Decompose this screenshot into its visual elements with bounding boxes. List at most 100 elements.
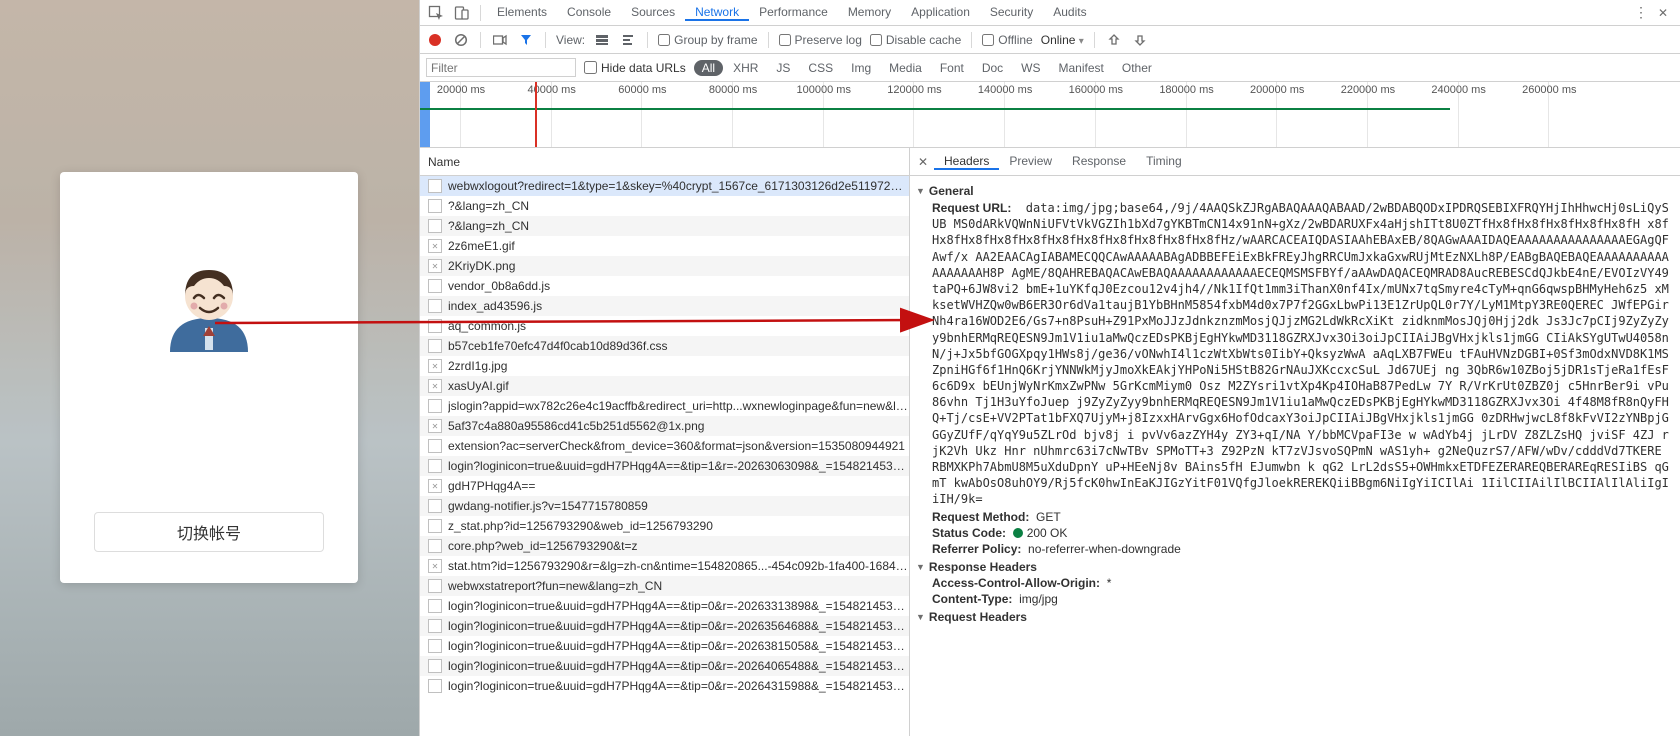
timeline-tick: 160000 ms	[1068, 84, 1124, 96]
request-row[interactable]: login?loginicon=true&uuid=gdH7PHqg4A==&t…	[420, 616, 909, 636]
request-row[interactable]: index_ad43596.js	[420, 296, 909, 316]
column-header-name[interactable]: Name	[420, 148, 909, 176]
request-row[interactable]: ?&lang=zh_CN	[420, 196, 909, 216]
request-row[interactable]: 2zrdI1g.jpg	[420, 356, 909, 376]
preserve-log-checkbox[interactable]: Preserve log	[779, 33, 862, 47]
detail-tab-response[interactable]: Response	[1062, 154, 1136, 168]
file-icon	[428, 399, 442, 413]
detail-tab-preview[interactable]: Preview	[999, 154, 1062, 168]
hide-data-urls-checkbox[interactable]: Hide data URLs	[584, 61, 686, 75]
request-row[interactable]: extension?ac=serverCheck&from_device=360…	[420, 436, 909, 456]
devtools-tab-network[interactable]: Network	[685, 5, 749, 21]
detail-tab-timing[interactable]: Timing	[1136, 154, 1192, 168]
devtools-tab-security[interactable]: Security	[980, 5, 1043, 19]
request-row[interactable]: webwxlogout?redirect=1&type=1&skey=%40cr…	[420, 176, 909, 196]
section-response-headers[interactable]: Response Headers	[916, 560, 1674, 574]
filter-type-doc[interactable]: Doc	[974, 60, 1011, 76]
device-toolbar-icon[interactable]	[450, 2, 474, 24]
camera-icon[interactable]	[491, 31, 509, 49]
request-row[interactable]: z_stat.php?id=1256793290&web_id=12567932…	[420, 516, 909, 536]
devtools-tab-elements[interactable]: Elements	[487, 5, 557, 19]
timeline-tick: 180000 ms	[1159, 84, 1215, 96]
filter-type-xhr[interactable]: XHR	[725, 60, 766, 76]
filter-type-ws[interactable]: WS	[1013, 60, 1048, 76]
disable-cache-checkbox[interactable]: Disable cache	[870, 33, 961, 47]
filter-type-other[interactable]: Other	[1114, 60, 1160, 76]
file-icon	[428, 679, 442, 693]
image-broken-icon	[428, 259, 442, 273]
request-name: login?loginicon=true&uuid=gdH7PHqg4A==&t…	[448, 659, 909, 673]
request-name: 2z6meE1.gif	[448, 239, 515, 253]
filter-type-media[interactable]: Media	[881, 60, 930, 76]
devtools-menu-icon[interactable]: ⋮	[1634, 4, 1648, 21]
request-row[interactable]: b57ceb1fe70efc47d4f0cab10d89d36f.css	[420, 336, 909, 356]
filter-type-all[interactable]: All	[694, 60, 723, 76]
record-button[interactable]	[426, 31, 444, 49]
app-background: 切换帐号	[0, 0, 419, 736]
request-name: login?loginicon=true&uuid=gdH7PHqg4A==&t…	[448, 599, 909, 613]
devtools-tab-performance[interactable]: Performance	[749, 5, 838, 19]
close-detail-icon[interactable]: ✕	[914, 155, 932, 169]
request-row[interactable]: login?loginicon=true&uuid=gdH7PHqg4A==&t…	[420, 456, 909, 476]
detail-tab-headers[interactable]: Headers	[934, 154, 999, 170]
filter-type-manifest[interactable]: Manifest	[1051, 60, 1112, 76]
request-row[interactable]: 5af37c4a880a95586cd41c5b251d5562@1x.png	[420, 416, 909, 436]
timeline-tick: 240000 ms	[1431, 84, 1487, 96]
timeline-tick: 40000 ms	[524, 84, 580, 96]
request-row[interactable]: login?loginicon=true&uuid=gdH7PHqg4A==&t…	[420, 656, 909, 676]
request-name: login?loginicon=true&uuid=gdH7PHqg4A==&t…	[448, 459, 909, 473]
devtools-close-icon[interactable]: ✕	[1658, 6, 1668, 20]
request-row[interactable]: login?loginicon=true&uuid=gdH7PHqg4A==&t…	[420, 596, 909, 616]
request-name: 2zrdI1g.jpg	[448, 359, 507, 373]
devtools-tab-sources[interactable]: Sources	[621, 5, 685, 19]
file-icon	[428, 279, 442, 293]
timeline-overview[interactable]: 20000 ms40000 ms60000 ms80000 ms100000 m…	[420, 82, 1680, 148]
timeline-tick: 220000 ms	[1340, 84, 1396, 96]
devtools-tab-memory[interactable]: Memory	[838, 5, 901, 19]
status-code-row: Status Code: 200 OK	[916, 526, 1674, 540]
timeline-tick: 120000 ms	[886, 84, 942, 96]
devtools-tab-console[interactable]: Console	[557, 5, 621, 19]
request-name: xasUyAI.gif	[448, 379, 509, 393]
offline-checkbox[interactable]: Offline	[982, 33, 1032, 47]
request-row[interactable]: login?loginicon=true&uuid=gdH7PHqg4A==&t…	[420, 636, 909, 656]
overview-icon[interactable]	[619, 31, 637, 49]
filter-input[interactable]	[426, 58, 576, 77]
upload-icon[interactable]	[1105, 31, 1123, 49]
filter-type-css[interactable]: CSS	[800, 60, 841, 76]
filter-icon[interactable]	[517, 31, 535, 49]
group-by-frame-checkbox[interactable]: Group by frame	[658, 33, 757, 47]
large-rows-icon[interactable]	[593, 31, 611, 49]
section-request-headers[interactable]: Request Headers	[916, 610, 1674, 624]
download-icon[interactable]	[1131, 31, 1149, 49]
section-general[interactable]: General	[916, 184, 1674, 198]
request-row[interactable]: webwxstatreport?fun=new&lang=zh_CN	[420, 576, 909, 596]
request-row[interactable]: core.php?web_id=1256793290&t=z	[420, 536, 909, 556]
devtools-tab-audits[interactable]: Audits	[1043, 5, 1096, 19]
request-row[interactable]: login?loginicon=true&uuid=gdH7PHqg4A==&t…	[420, 676, 909, 696]
devtools-tab-application[interactable]: Application	[901, 5, 980, 19]
view-label: View:	[556, 33, 585, 47]
filter-type-js[interactable]: JS	[768, 60, 798, 76]
filter-type-img[interactable]: Img	[843, 60, 879, 76]
timeline-tick: 100000 ms	[796, 84, 852, 96]
inspect-element-icon[interactable]	[424, 2, 448, 24]
request-row[interactable]: jslogin?appid=wx782c26e4c19acffb&redirec…	[420, 396, 909, 416]
request-row[interactable]: vendor_0b8a6dd.js	[420, 276, 909, 296]
clear-icon[interactable]	[452, 31, 470, 49]
request-row[interactable]: gdH7PHqg4A==	[420, 476, 909, 496]
file-icon	[428, 319, 442, 333]
filter-type-font[interactable]: Font	[932, 60, 972, 76]
request-row[interactable]: gwdang-notifier.js?v=1547715780859	[420, 496, 909, 516]
request-row[interactable]: xasUyAI.gif	[420, 376, 909, 396]
switch-account-button[interactable]: 切换帐号	[94, 512, 324, 552]
throttling-select[interactable]: Online ▾	[1041, 33, 1084, 47]
request-row[interactable]: aq_common.js	[420, 316, 909, 336]
request-row[interactable]: 2KriyDK.png	[420, 256, 909, 276]
request-name: 2KriyDK.png	[448, 259, 515, 273]
request-row[interactable]: ?&lang=zh_CN	[420, 216, 909, 236]
request-row[interactable]: stat.htm?id=1256793290&r=&lg=zh-cn&ntime…	[420, 556, 909, 576]
request-row[interactable]: 2z6meE1.gif	[420, 236, 909, 256]
request-name: z_stat.php?id=1256793290&web_id=12567932…	[448, 519, 713, 533]
request-name: jslogin?appid=wx782c26e4c19acffb&redirec…	[448, 399, 909, 413]
